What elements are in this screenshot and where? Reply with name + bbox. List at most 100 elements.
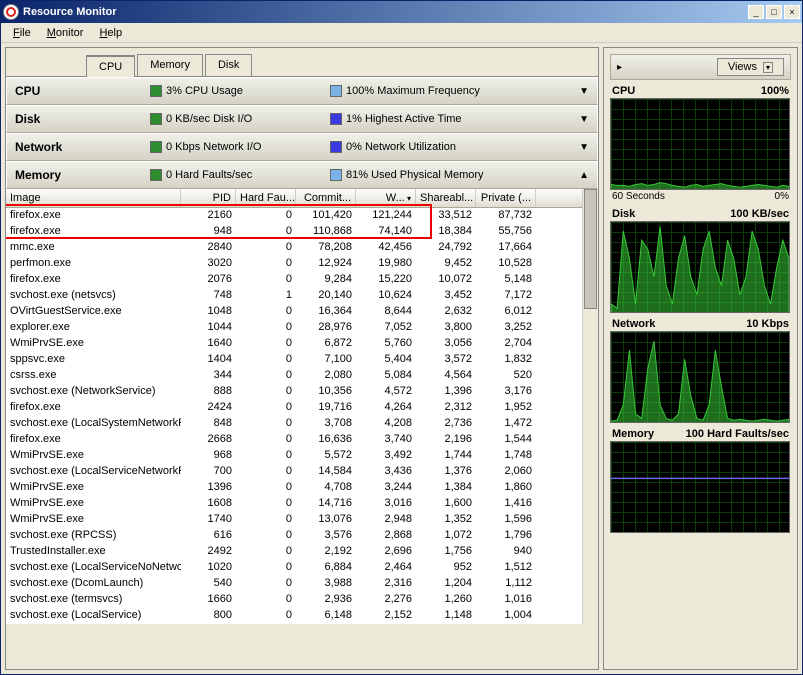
cell-commit: 2,192 [296,545,356,559]
menu-monitor[interactable]: Monitor [39,25,92,41]
table-row[interactable]: firefox.exe9480110,86874,14018,38455,756 [6,224,598,240]
tab-cpu[interactable]: CPU [86,55,135,77]
table-row[interactable]: firefox.exe2424019,7164,2642,3121,952 [6,400,598,416]
table-row[interactable]: explorer.exe1044028,9767,0523,8003,252 [6,320,598,336]
cell-sh: 33,512 [416,209,476,223]
cell-hf: 0 [236,593,296,607]
scrollbar[interactable] [582,189,598,624]
table-row[interactable]: firefox.exe207609,28415,22010,0725,148 [6,272,598,288]
table-row[interactable]: svchost.exe (NetworkService)888010,3564,… [6,384,598,400]
cell-hf: 0 [236,561,296,575]
close-button[interactable]: × [784,5,800,19]
cell-image: WmiPrvSE.exe [6,497,181,511]
menu-file[interactable]: File [5,25,39,41]
cell-ws: 2,464 [356,561,416,575]
table-row[interactable]: svchost.exe (termsvcs)166002,9362,2761,2… [6,592,598,608]
cell-pid: 3020 [181,257,236,271]
chevron-up-icon: ▲ [579,170,589,181]
cell-commit: 2,936 [296,593,356,607]
cell-ws: 8,644 [356,305,416,319]
table-row[interactable]: WmiPrvSE.exe164006,8725,7603,0562,704 [6,336,598,352]
table-row[interactable]: svchost.exe (LocalServiceNoNetwork)10200… [6,560,598,576]
cell-sh: 1,396 [416,385,476,399]
mem-used-icon [330,169,342,181]
table-row[interactable]: svchost.exe (netsvcs)748120,14010,6243,4… [6,288,598,304]
cell-pv: 6,012 [476,305,536,319]
cell-ws: 3,492 [356,449,416,463]
cell-pid: 748 [181,289,236,303]
maximize-button[interactable]: □ [766,5,782,19]
minimize-button[interactable]: _ [748,5,764,19]
cell-ws: 3,016 [356,497,416,511]
cell-image: svchost.exe (DcomLaunch) [6,577,181,591]
col-image[interactable]: Image [6,189,181,207]
table-row[interactable]: svchost.exe (RPCSS)61603,5762,8681,0721,… [6,528,598,544]
cell-image: svchost.exe (RPCSS) [6,529,181,543]
views-button[interactable]: Views▾ [717,58,784,76]
cell-pv: 1,472 [476,417,536,431]
chart-cpu-max: 100% [761,85,789,97]
tabstrip: CPU Memory Disk [6,48,598,76]
table-row[interactable]: svchost.exe (DcomLaunch)54003,9882,3161,… [6,576,598,592]
net-util-text: 0% Network Utilization [346,141,456,153]
col-hardfaults[interactable]: Hard Fau... [236,189,296,207]
cell-pv: 1,112 [476,577,536,591]
table-row[interactable]: csrss.exe34402,0805,0844,564520 [6,368,598,384]
cell-pv: 940 [476,545,536,559]
col-pid[interactable]: PID [181,189,236,207]
section-network-header[interactable]: Network 0 Kbps Network I/O 0% Network Ut… [6,133,598,161]
memory-table: Image PID Hard Fau... Commit... W... Sha… [6,189,598,624]
cell-sh: 18,384 [416,225,476,239]
table-row[interactable]: WmiPrvSE.exe1740013,0762,9481,3521,596 [6,512,598,528]
cpu-usage-text: 3% CPU Usage [166,85,243,97]
table-row[interactable]: svchost.exe (LocalService)80006,1482,152… [6,608,598,624]
cell-hf: 0 [236,209,296,223]
cell-image: firefox.exe [6,273,181,287]
table-row[interactable]: WmiPrvSE.exe96805,5723,4921,7441,748 [6,448,598,464]
cell-hf: 1 [236,289,296,303]
titlebar[interactable]: Resource Monitor _ □ × [1,1,802,23]
col-commit[interactable]: Commit... [296,189,356,207]
table-row[interactable]: OVirtGuestService.exe1048016,3648,6442,6… [6,304,598,320]
cell-sh: 2,196 [416,433,476,447]
cell-image: firefox.exe [6,209,181,223]
col-workingset[interactable]: W... [356,189,416,207]
cell-hf: 0 [236,337,296,351]
chart-network [610,331,790,423]
table-row[interactable]: WmiPrvSE.exe1608014,7163,0161,6001,416 [6,496,598,512]
cell-commit: 13,076 [296,513,356,527]
table-row[interactable]: svchost.exe (LocalSystemNetworkR...84803… [6,416,598,432]
cell-image: svchost.exe (netsvcs) [6,289,181,303]
menu-help[interactable]: Help [91,25,130,41]
cell-pid: 2160 [181,209,236,223]
cell-pv: 1,512 [476,561,536,575]
tab-disk[interactable]: Disk [205,54,252,76]
col-private[interactable]: Private (... [476,189,536,207]
cell-ws: 2,316 [356,577,416,591]
table-row[interactable]: WmiPrvSE.exe139604,7083,2441,3841,860 [6,480,598,496]
table-row[interactable]: perfmon.exe3020012,92419,9809,45210,528 [6,256,598,272]
cell-commit: 5,572 [296,449,356,463]
col-shareable[interactable]: Shareabl... [416,189,476,207]
table-row[interactable]: mmc.exe2840078,20842,45624,79217,664 [6,240,598,256]
cell-commit: 16,364 [296,305,356,319]
table-row[interactable]: firefox.exe2668016,6363,7402,1961,544 [6,432,598,448]
section-network-title: Network [15,140,150,154]
cell-image: svchost.exe (LocalServiceNetworkR... [6,465,181,479]
section-cpu-header[interactable]: CPU 3% CPU Usage 100% Maximum Frequency … [6,77,598,105]
table-row[interactable]: firefox.exe21600101,420121,24433,51287,7… [6,208,598,224]
chevron-down-icon: ▼ [579,142,589,153]
collapse-arrow-icon[interactable]: ▸ [617,62,622,73]
chart-network-title: Network [612,318,655,330]
table-row[interactable]: sppsvc.exe140407,1005,4043,5721,832 [6,352,598,368]
table-row[interactable]: svchost.exe (LocalServiceNetworkR...7000… [6,464,598,480]
section-disk-header[interactable]: Disk 0 KB/sec Disk I/O 1% Highest Active… [6,105,598,133]
scrollbar-thumb[interactable] [584,189,597,309]
section-memory-header[interactable]: Memory 0 Hard Faults/sec 81% Used Physic… [6,161,598,189]
cell-hf: 0 [236,321,296,335]
main-panel: CPU Memory Disk CPU 3% CPU Usage 100% Ma… [5,47,599,670]
cell-pv: 1,416 [476,497,536,511]
cell-image: svchost.exe (NetworkService) [6,385,181,399]
table-row[interactable]: TrustedInstaller.exe249202,1922,6961,756… [6,544,598,560]
tab-memory[interactable]: Memory [137,54,203,76]
